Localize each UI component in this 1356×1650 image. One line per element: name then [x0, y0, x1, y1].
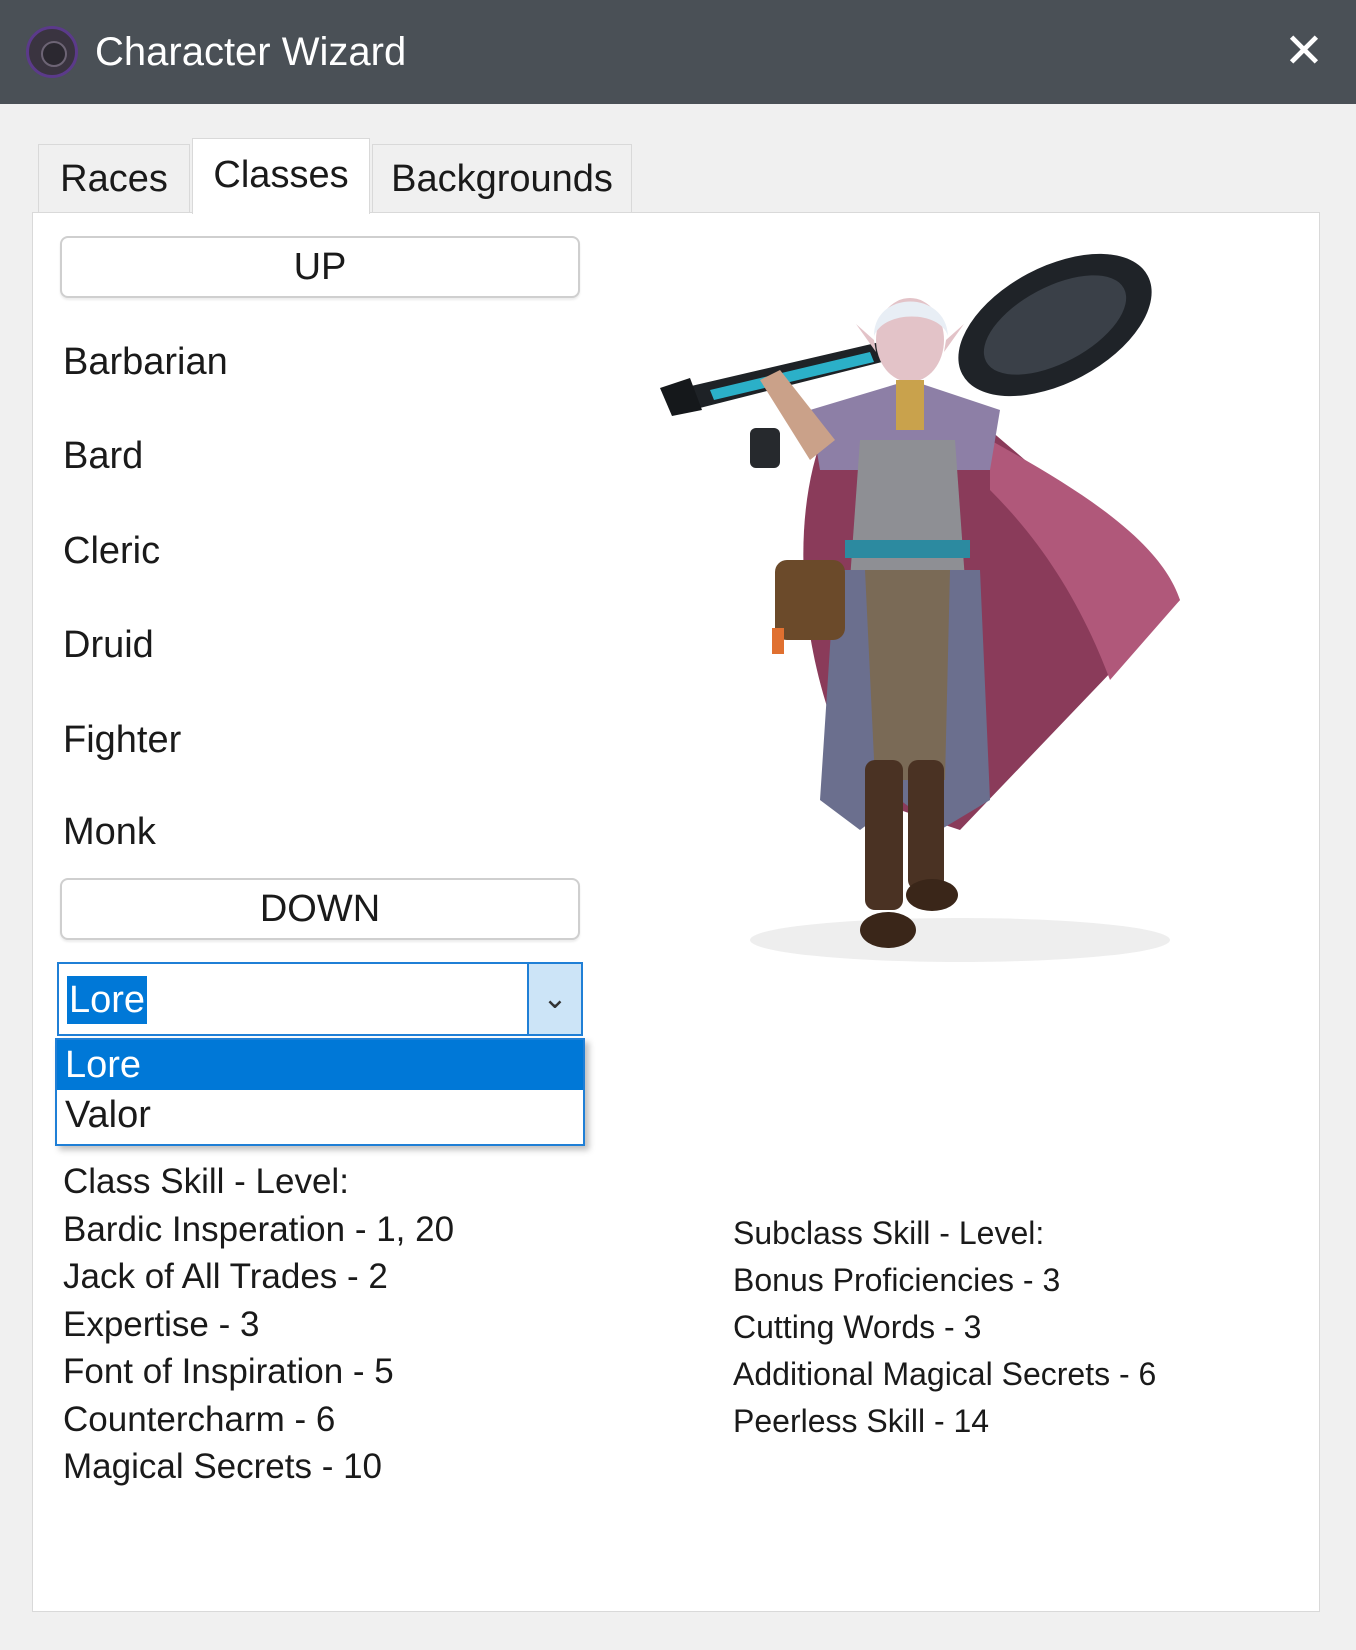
down-button[interactable]: DOWN — [60, 878, 580, 940]
tab-classes[interactable]: Classes — [192, 138, 370, 214]
subclass-combobox-value[interactable]: Lore — [67, 976, 148, 1024]
class-skill-item: Expertise - 3 — [63, 1304, 260, 1344]
tab-races[interactable]: Races — [38, 144, 190, 212]
close-icon[interactable]: ✕ — [1276, 24, 1332, 80]
class-skills-list: Class Skill - Level: Bardic Insperation … — [63, 1158, 454, 1491]
up-button[interactable]: UP — [60, 236, 580, 298]
class-skill-item: Jack of All Trades - 2 — [63, 1257, 388, 1296]
class-skills-header: Class Skill - Level: — [63, 1162, 349, 1201]
class-item-druid[interactable]: Druid — [63, 622, 154, 668]
subclass-skill-item: Additional Magical Secrets - 6 — [733, 1356, 1157, 1392]
window-title: Character Wizard — [95, 30, 407, 74]
subclass-skill-item: Cutting Words - 3 — [733, 1309, 982, 1345]
subclass-skills-header: Subclass Skill - Level: — [733, 1215, 1045, 1251]
subclass-dropdown-list: Lore Valor — [55, 1038, 585, 1146]
class-item-cleric[interactable]: Cleric — [63, 528, 160, 574]
class-item-monk[interactable]: Monk — [63, 809, 156, 855]
chevron-down-icon[interactable]: ⌄ — [527, 964, 581, 1034]
class-skill-item: Countercharm - 6 — [63, 1399, 336, 1439]
class-skill-item: Bardic Insperation - 1, 20 — [63, 1209, 455, 1249]
tab-backgrounds[interactable]: Backgrounds — [372, 144, 632, 212]
subclass-skill-item: Bonus Proficiencies - 3 — [733, 1262, 1061, 1298]
title-bar: Character Wizard ✕ — [0, 0, 1356, 104]
class-skill-item: Font of Inspiration - 5 — [63, 1352, 394, 1391]
subclass-skill-item: Peerless Skill - 14 — [733, 1403, 990, 1439]
class-item-fighter[interactable]: Fighter — [63, 717, 181, 763]
subclass-option-valor[interactable]: Valor — [57, 1090, 583, 1140]
subclass-skills-list: Subclass Skill - Level: Bonus Proficienc… — [733, 1210, 1156, 1445]
class-skill-item: Magical Secrets - 10 — [63, 1447, 383, 1486]
app-icon — [26, 26, 78, 78]
bard-character-illustration — [660, 253, 1180, 962]
subclass-combobox[interactable]: Lore ⌄ — [57, 962, 583, 1036]
subclass-option-lore[interactable]: Lore — [57, 1040, 583, 1090]
class-item-bard[interactable]: Bard — [63, 433, 143, 479]
class-item-barbarian[interactable]: Barbarian — [63, 339, 228, 385]
